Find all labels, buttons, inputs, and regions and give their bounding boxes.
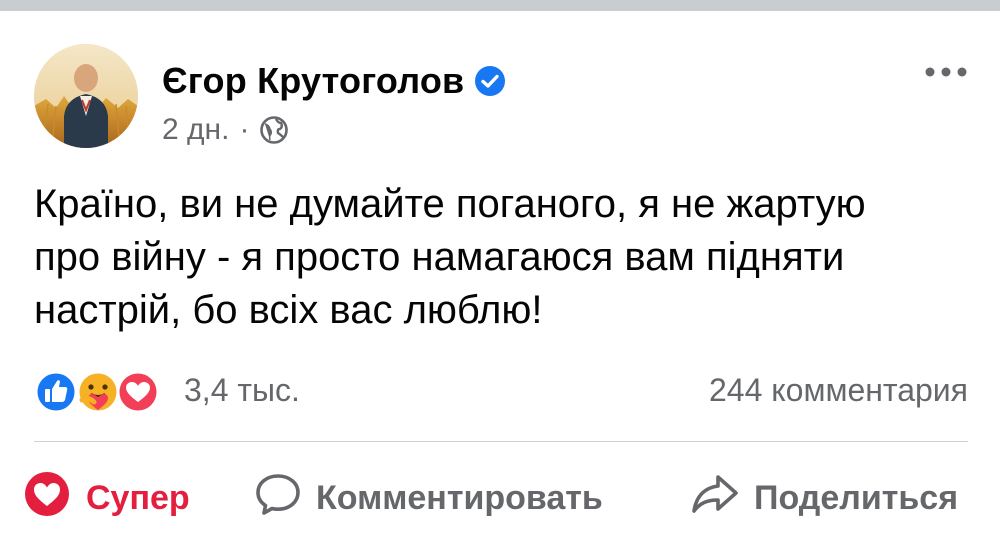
avatar-image xyxy=(34,44,138,148)
reaction-icons[interactable] xyxy=(34,370,164,414)
divider xyxy=(34,441,968,442)
love-icon xyxy=(116,370,160,414)
avatar[interactable] xyxy=(34,44,138,148)
share-label: Поделиться xyxy=(754,478,959,517)
super-label: Супер xyxy=(86,478,190,517)
author-row: Єгор Крутоголов xyxy=(162,58,506,104)
verified-badge-icon xyxy=(474,65,506,97)
meta-separator: · xyxy=(239,113,250,146)
super-button[interactable]: Супер xyxy=(22,466,190,530)
post-meta: 2 дн. · xyxy=(162,113,289,147)
comment-button[interactable]: Комментировать xyxy=(254,466,603,530)
action-bar: Супер Комментировать Поделиться xyxy=(22,466,982,530)
globe-icon[interactable] xyxy=(259,115,289,145)
care-icon xyxy=(76,370,120,414)
share-icon xyxy=(690,471,740,526)
love-reaction-icon xyxy=(22,469,72,528)
share-button[interactable]: Поделиться xyxy=(690,466,958,530)
reaction-count[interactable]: 3,4 тыс. xyxy=(184,372,300,409)
reactions-summary: 3,4 тыс. 244 комментария xyxy=(34,366,968,416)
comment-icon xyxy=(254,471,302,526)
author-name[interactable]: Єгор Крутоголов xyxy=(162,60,464,102)
comment-count[interactable]: 244 комментария xyxy=(709,372,968,409)
like-icon xyxy=(34,370,78,414)
comment-label: Комментировать xyxy=(316,478,603,517)
more-options-icon[interactable] xyxy=(922,62,970,82)
post-text: Країно, ви не думайте поганого, я не жар… xyxy=(34,182,866,332)
post-time[interactable]: 2 дн. xyxy=(162,113,229,147)
top-strip xyxy=(0,0,1000,11)
